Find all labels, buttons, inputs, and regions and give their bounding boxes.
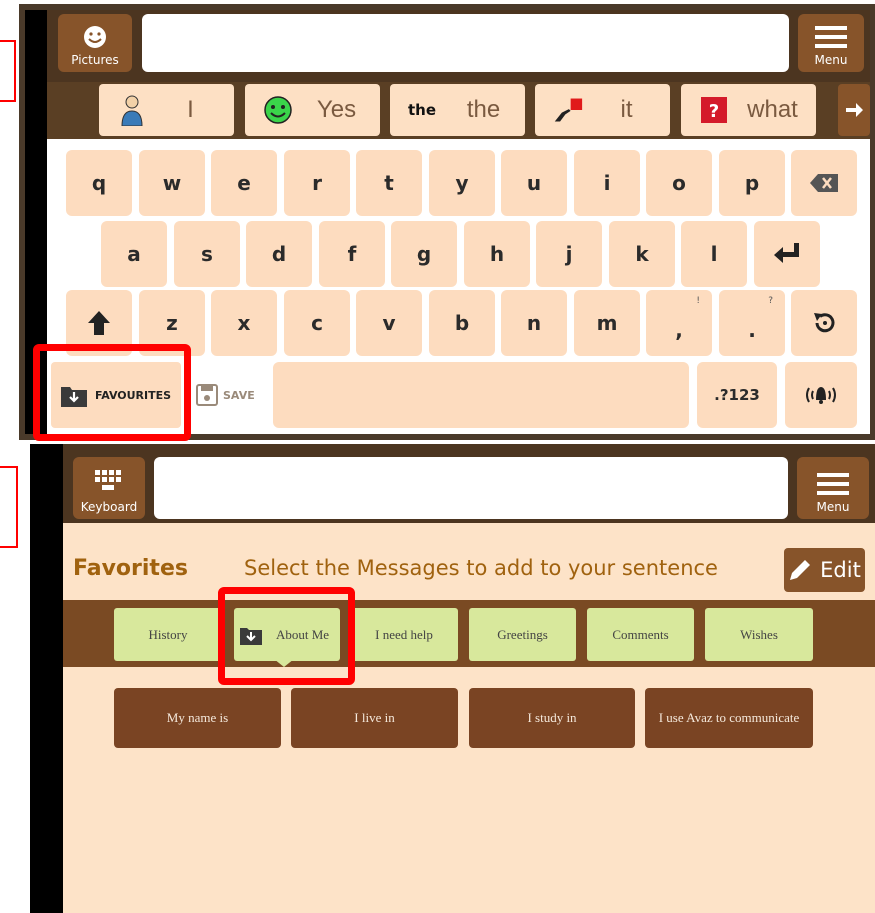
menu-button[interactable]: Menu <box>797 457 869 519</box>
key-r[interactable]: r <box>284 150 350 216</box>
save-label: SAVE <box>223 388 255 402</box>
period-alt-char: ? <box>768 296 773 306</box>
favorites-title: Favorites <box>73 556 188 581</box>
word-text: it <box>620 96 633 123</box>
category-greetings[interactable]: Greetings <box>469 608 576 661</box>
key-e[interactable]: e <box>211 150 277 216</box>
save-button[interactable]: SAVE <box>196 382 266 408</box>
shift-arrow-icon <box>88 311 110 335</box>
next-words-button[interactable] <box>838 84 870 136</box>
bell-speak-icon <box>806 387 836 404</box>
key-k[interactable]: k <box>609 221 675 287</box>
key-f[interactable]: f <box>319 221 385 287</box>
edit-button[interactable]: Edit <box>784 548 865 592</box>
left-fragment-top <box>0 40 16 102</box>
message-box[interactable] <box>142 14 789 72</box>
key-a[interactable]: a <box>101 221 167 287</box>
category-i-need-help[interactable]: I need help <box>350 608 458 661</box>
key-s[interactable]: s <box>174 221 240 287</box>
the-symbol-icon: the <box>407 101 437 119</box>
backspace-key[interactable] <box>791 150 857 216</box>
word-suggestion-the[interactable]: the the <box>390 84 525 136</box>
svg-text:?: ? <box>709 101 719 122</box>
key-v[interactable]: v <box>356 290 422 356</box>
keyboard-label: Keyboard <box>80 500 138 514</box>
keyboard-button[interactable]: Keyboard <box>73 457 145 519</box>
about-me-highlight <box>218 587 355 685</box>
key-x[interactable]: x <box>211 290 277 356</box>
menu-button[interactable]: Menu <box>798 14 864 72</box>
key-i[interactable]: i <box>574 150 640 216</box>
key-y[interactable]: y <box>429 150 495 216</box>
key-m[interactable]: m <box>574 290 640 356</box>
favourites-highlight <box>33 344 191 441</box>
word-suggestion-i[interactable]: I <box>99 84 234 136</box>
numbers-key[interactable]: .?123 <box>697 362 777 428</box>
hamburger-icon <box>815 26 847 48</box>
key-n[interactable]: n <box>501 290 567 356</box>
person-icon <box>117 95 147 126</box>
message-i-live-in[interactable]: I live in <box>291 688 458 748</box>
message-my-name-is[interactable]: My name is <box>114 688 281 748</box>
key-period[interactable]: . ? <box>719 290 785 356</box>
pointing-hand-icon <box>553 95 583 125</box>
key-l[interactable]: l <box>681 221 747 287</box>
word-suggestion-yes[interactable]: Yes <box>245 84 380 136</box>
key-q[interactable]: q <box>66 150 132 216</box>
arrow-right-icon <box>846 103 863 117</box>
hamburger-icon <box>817 473 849 495</box>
message-i-use-avaz[interactable]: I use Avaz to communicate <box>645 688 813 748</box>
enter-key[interactable] <box>754 221 820 287</box>
undo-icon <box>814 313 835 333</box>
smiley-icon <box>263 95 293 125</box>
enter-icon <box>774 243 799 263</box>
key-g[interactable]: g <box>391 221 457 287</box>
category-comments[interactable]: Comments <box>587 608 694 661</box>
keyboard-icon <box>95 470 121 490</box>
message-box[interactable] <box>154 457 788 519</box>
favorites-subtitle: Select the Messages to add to your sente… <box>244 556 718 580</box>
key-c[interactable]: c <box>284 290 350 356</box>
word-suggestion-what[interactable]: ? what <box>681 84 816 136</box>
space-key[interactable] <box>273 362 689 428</box>
key-h[interactable]: h <box>464 221 530 287</box>
save-icon <box>196 384 218 406</box>
key-u[interactable]: u <box>501 150 567 216</box>
question-icon: ? <box>699 95 729 125</box>
menu-label: Menu <box>814 53 848 67</box>
undo-key[interactable] <box>791 290 857 356</box>
pictures-label: Pictures <box>71 53 119 67</box>
period-char: . <box>748 318 756 342</box>
key-t[interactable]: t <box>356 150 422 216</box>
edit-label: Edit <box>820 558 861 582</box>
key-j[interactable]: j <box>536 221 602 287</box>
comma-alt-char: ! <box>696 296 700 306</box>
word-text: what <box>747 96 798 123</box>
smiley-icon <box>84 26 106 48</box>
speak-key[interactable] <box>785 362 857 428</box>
pictures-button[interactable]: Pictures <box>58 14 132 72</box>
key-o[interactable]: o <box>646 150 712 216</box>
backspace-icon <box>810 174 838 192</box>
word-suggestion-it[interactable]: it <box>535 84 670 136</box>
key-d[interactable]: d <box>246 221 312 287</box>
comma-char: , <box>675 318 683 342</box>
word-text: the <box>466 96 501 123</box>
key-comma[interactable]: , ! <box>646 290 712 356</box>
key-b[interactable]: b <box>429 290 495 356</box>
menu-label: Menu <box>816 500 850 514</box>
left-fragment-bottom <box>0 466 18 548</box>
word-text: Yes <box>316 96 357 123</box>
key-p[interactable]: p <box>719 150 785 216</box>
pencil-icon <box>790 560 811 580</box>
category-wishes[interactable]: Wishes <box>705 608 813 661</box>
word-text: I <box>187 96 194 123</box>
category-history[interactable]: History <box>114 608 222 661</box>
message-i-study-in[interactable]: I study in <box>469 688 635 748</box>
key-w[interactable]: w <box>139 150 205 216</box>
